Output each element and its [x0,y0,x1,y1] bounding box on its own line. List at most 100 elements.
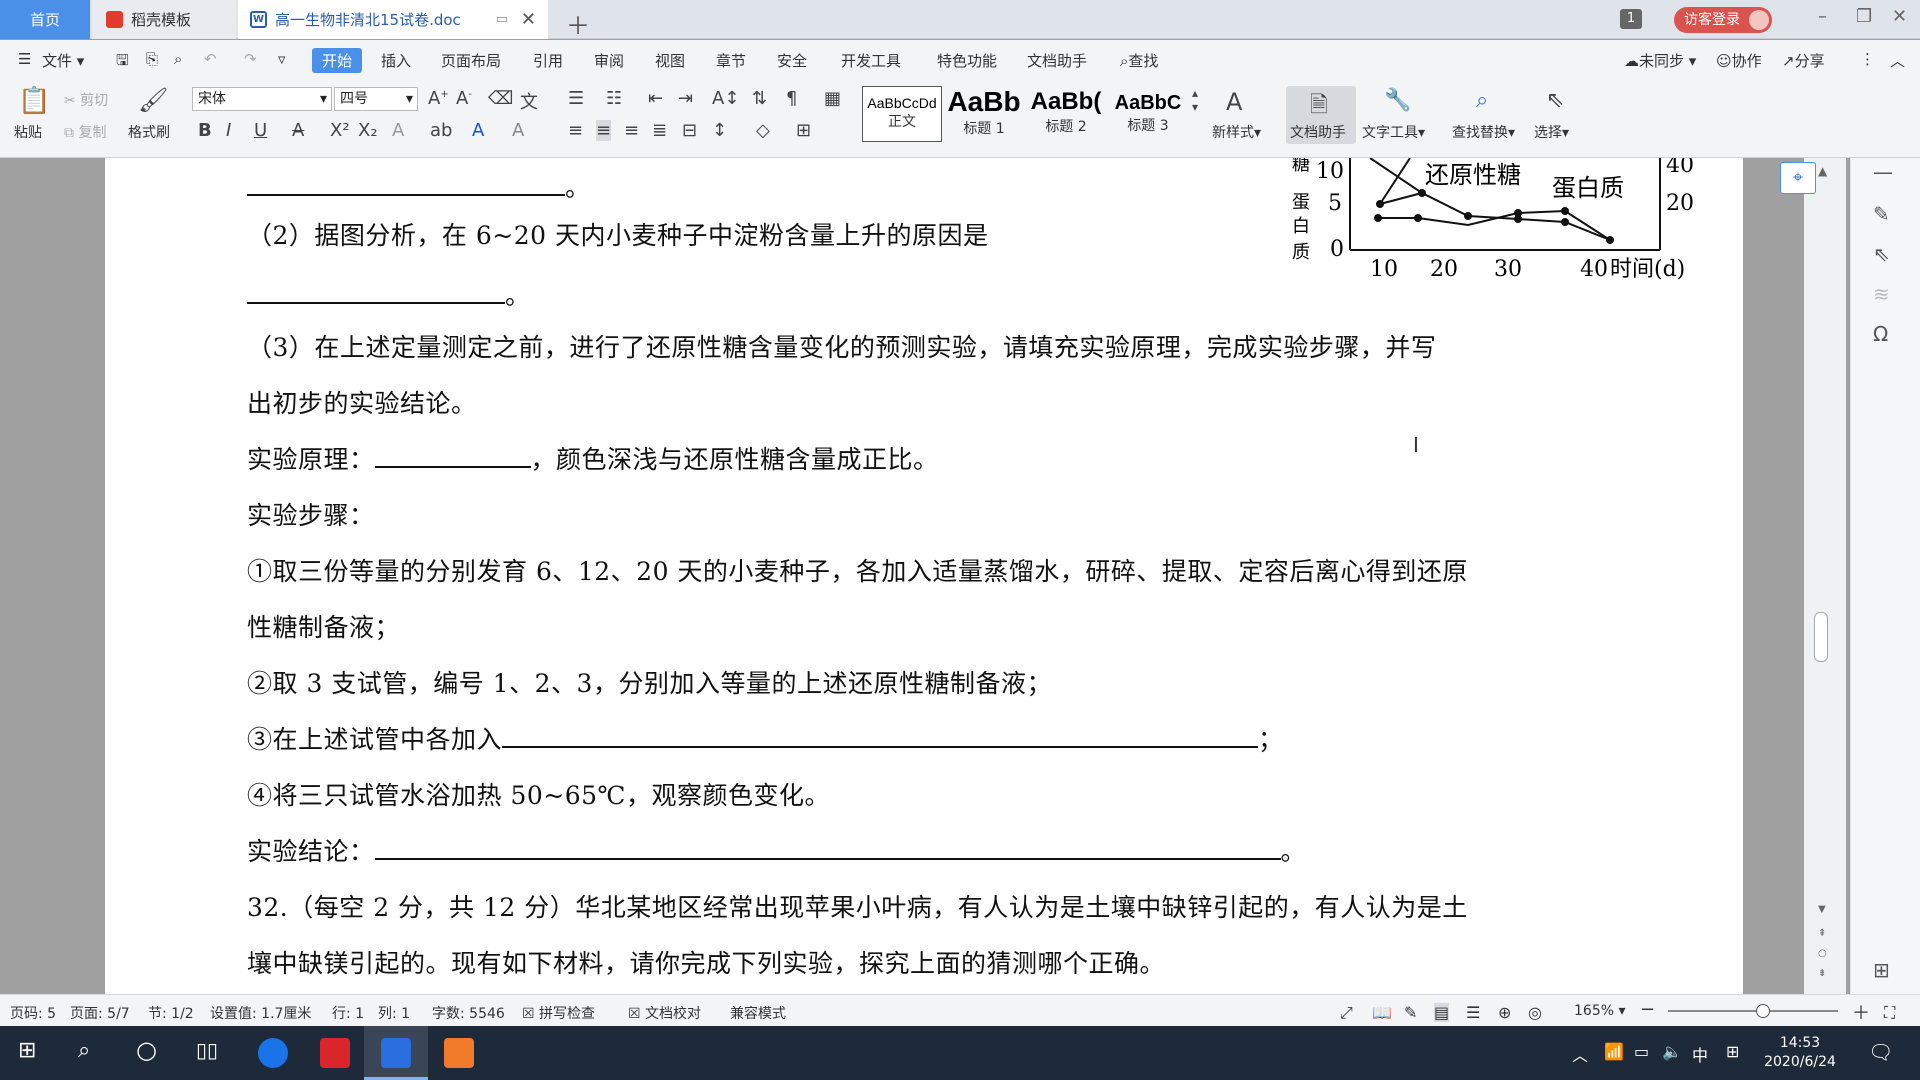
menu-special[interactable]: 特色功能 [937,50,997,71]
font-color-icon[interactable]: A [472,120,484,141]
next-page-icon[interactable]: ⇟ [1818,968,1826,979]
wrench-icon[interactable]: 🔧 [1384,88,1411,113]
wps-tools-icon[interactable] [444,1038,474,1068]
justify-icon[interactable]: ≣ [652,120,667,141]
restore-icon[interactable]: ❐ [1856,6,1872,27]
strikethrough-icon[interactable]: A [292,120,304,141]
undo-icon[interactable]: ↶ [204,50,217,68]
cursor-select-icon[interactable]: ⇖ [1546,88,1564,113]
format-painter-button[interactable]: 格式刷 [128,122,170,142]
export-icon[interactable]: ⎘ [146,50,158,68]
font-size-select[interactable]: 四号 ▾ [334,87,418,111]
text-tools-button[interactable]: 文字工具▾ [1362,122,1425,142]
text-direction-icon[interactable]: A↕ [712,88,739,109]
menu-review[interactable]: 审阅 [594,50,624,71]
cut-button[interactable]: ✂ 剪切 [64,90,108,110]
align-right-icon[interactable]: ≡ [624,120,639,141]
edge-browser-icon[interactable] [258,1038,288,1068]
italic-icon[interactable]: I [226,120,231,141]
new-style-button[interactable]: 新样式▾ [1212,122,1261,142]
print-preview-icon[interactable]: ⌕ [174,50,182,68]
quick-access-dropdown-icon[interactable]: ▿ [278,50,286,68]
battery-icon[interactable]: ▭ [1634,1042,1649,1061]
spell-check-toggle[interactable]: ☒ 拼写检查 [522,1003,595,1023]
answer-blank[interactable] [374,836,1281,860]
hamburger-icon[interactable]: ☰ [18,50,31,68]
tab-template[interactable]: 稻壳模板 [92,0,236,39]
shrink-font-icon[interactable]: A- [456,88,472,109]
distribute-icon[interactable]: ⊟ [682,120,697,141]
bullet-list-icon[interactable]: ☰ [568,88,584,109]
collapse-ribbon-icon[interactable]: ︿ [1890,50,1905,71]
cortana-icon[interactable]: ○ [136,1036,157,1064]
share-button[interactable]: ↗分享 [1782,50,1825,71]
pinyin-icon[interactable]: 文 [520,88,538,114]
decrease-indent-icon[interactable]: ⇤ [648,88,663,109]
style-normal[interactable]: AaBbCcDd 正文 [862,86,942,142]
document-area[interactable]: 还原性糖 蛋白质 10 5 0 40 20 10 20 30 40 时间(d) … [0,158,1850,994]
document-page[interactable]: 还原性糖 蛋白质 10 5 0 40 20 10 20 30 40 时间(d) … [105,158,1743,994]
more-icon[interactable]: ⋮ [1860,50,1875,68]
table-icon[interactable]: ▦ [824,88,841,109]
show-marks-icon[interactable]: ¶ [786,88,797,109]
status-word-count[interactable]: 字数: 5546 [432,1003,505,1023]
ime-indicator[interactable]: 中 [1692,1042,1708,1066]
eye-protect-icon[interactable]: ◎ [1528,1003,1542,1022]
youdao-dict-icon[interactable] [320,1038,350,1068]
clock[interactable]: 14:53 2020/6/24 [1760,1034,1840,1072]
answer-blank[interactable] [247,172,565,196]
borders-icon[interactable]: ⊞ [796,120,811,141]
bold-icon[interactable]: B [198,120,212,141]
prev-page-icon[interactable]: ⇞ [1818,928,1826,939]
grid-apps-icon[interactable]: ⊞ [1873,958,1890,982]
status-page[interactable]: 页面: 5/7 [70,1003,130,1023]
menu-insert[interactable]: 插入 [381,50,411,71]
collab-button[interactable]: ☺协作 [1716,50,1762,71]
web-view-icon[interactable]: ⊕ [1498,1003,1511,1022]
styles-scroll-icon[interactable]: ▴ ▾ [1192,86,1198,114]
numbered-list-icon[interactable]: ☷ [606,88,622,109]
new-style-icon[interactable]: A [1226,88,1242,116]
fullscreen-icon[interactable]: ⤢ [1340,1003,1353,1023]
tray-expand-icon[interactable]: ︿ [1572,1042,1588,1066]
zoom-out-icon[interactable]: − [1640,999,1655,1020]
zoom-slider-track[interactable] [1668,1010,1838,1012]
page-view-icon[interactable]: ▤ [1434,1003,1450,1022]
new-tab-button[interactable]: ＋ [566,6,590,41]
pin-icon[interactable]: ▭ [496,12,508,27]
outline-view-icon[interactable]: ☰ [1466,1003,1480,1022]
zoom-slider-thumb[interactable] [1756,1004,1770,1018]
menu-file[interactable]: 文件 ▾ [42,50,84,71]
menu-developer[interactable]: 开发工具 [841,50,901,71]
copy-button[interactable]: ⧉ 复制 [64,122,106,142]
align-center-icon[interactable]: ≡ [596,120,612,141]
windows-start-icon[interactable]: ⊞ [18,1038,36,1063]
read-mode-icon[interactable]: 📖 [1372,1003,1392,1022]
char-shading-icon[interactable]: A [512,120,524,141]
increase-indent-icon[interactable]: ⇥ [678,88,693,109]
subscript-icon[interactable]: X₂ [358,120,378,141]
text-effect-icon[interactable]: A [392,120,404,141]
zoom-in-icon[interactable]: ＋ [1852,999,1870,1025]
font-name-select[interactable]: 宋体 ▾ [192,87,332,111]
answer-blank[interactable] [247,280,505,304]
guest-login-button[interactable]: 访客登录 [1674,7,1772,33]
menu-chapter[interactable]: 章节 [716,50,746,71]
paste-button[interactable]: 粘贴 [14,122,42,142]
line-spacing-icon[interactable]: ↕ [712,120,727,141]
save-icon[interactable]: 🖫 [116,50,129,75]
browse-object-icon[interactable]: ○ [1818,948,1827,959]
menu-search[interactable]: ⌕查找 [1120,50,1158,71]
menu-page-layout[interactable]: 页面布局 [441,50,501,71]
volume-icon[interactable]: 🔈 [1662,1042,1682,1061]
status-section[interactable]: 节: 1/2 [148,1003,194,1023]
sort-icon[interactable]: ⇅ [752,88,767,109]
scroll-down-icon[interactable]: ▼ [1818,904,1826,915]
menu-reference[interactable]: 引用 [533,50,563,71]
answer-blank[interactable] [502,724,1259,748]
status-page-code[interactable]: 页码: 5 [10,1003,56,1023]
menu-security[interactable]: 安全 [777,50,807,71]
tab-home[interactable]: 首页 [0,0,90,39]
grow-font-icon[interactable]: A+ [428,88,449,109]
status-setting[interactable]: 设置值: 1.7厘米 [210,1003,311,1023]
